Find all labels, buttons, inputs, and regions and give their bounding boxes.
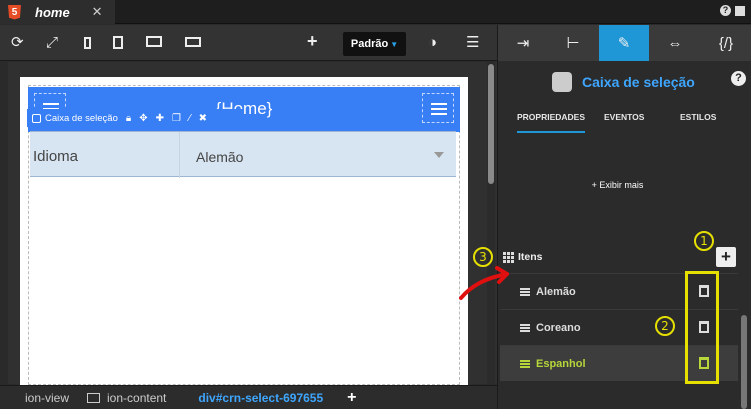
- monitor-icon: [87, 392, 101, 403]
- show-more-link[interactable]: + Exibir mais: [498, 180, 737, 190]
- code-icon[interactable]: {/}: [701, 25, 751, 61]
- desktop-device-icon[interactable]: [146, 36, 162, 47]
- close-icon[interactable]: ✕: [92, 4, 103, 20]
- divider: [179, 132, 180, 178]
- tree-icon[interactable]: ⊢: [548, 25, 598, 61]
- list-icon: [520, 323, 530, 332]
- property-tabs: PROPRIEDADES EVENTOS ESTILOS: [498, 111, 751, 135]
- expand-icon[interactable]: ⤢: [46, 35, 58, 51]
- add-icon[interactable]: +: [347, 389, 356, 407]
- move-icon[interactable]: ✥: [139, 113, 147, 124]
- tab-title: home: [35, 4, 70, 20]
- component-title: Caixa de seleção: [552, 72, 695, 92]
- breadcrumb-active[interactable]: div#crn-select-697655: [198, 391, 323, 405]
- select-item[interactable]: Idioma Alemão: [30, 131, 456, 178]
- html5-icon: 5: [8, 4, 21, 20]
- lock-icon[interactable]: 🔒︎: [126, 113, 131, 124]
- annotation-arrow: [459, 266, 509, 300]
- breadcrumb-ion-content[interactable]: ion-content: [87, 391, 166, 405]
- component-name: Caixa de seleção: [45, 112, 118, 124]
- panel-scrollbar-thumb[interactable]: [741, 315, 747, 409]
- resize-horizontal-icon[interactable]: ⇔: [650, 25, 700, 61]
- dom-breadcrumb: ion-view ion-content div#crn-select-6976…: [0, 385, 497, 409]
- magic-icon[interactable]: ⁄: [189, 113, 191, 124]
- canvas-scrollbar[interactable]: [487, 62, 495, 384]
- help-icon[interactable]: ?: [731, 71, 746, 86]
- preset-select[interactable]: Padrão ▼: [343, 32, 406, 56]
- maximize-icon[interactable]: [735, 6, 745, 16]
- menu-right-icon[interactable]: [422, 93, 454, 123]
- annotation-marker-2: 2: [655, 316, 675, 336]
- breadcrumb-content-label: ion-content: [107, 390, 167, 405]
- add-icon[interactable]: ✚: [156, 113, 164, 124]
- tablet-device-icon[interactable]: [113, 36, 123, 49]
- import-icon[interactable]: ⇥: [498, 25, 548, 61]
- list-icon: [520, 359, 530, 368]
- laptop-device-icon[interactable]: [185, 37, 201, 47]
- tab-eventos[interactable]: EVENTOS: [604, 111, 644, 133]
- breadcrumb-ion-view[interactable]: ion-view: [25, 391, 69, 405]
- database-icon[interactable]: ☰: [466, 35, 479, 51]
- phone-device-icon[interactable]: [84, 37, 91, 49]
- add-icon[interactable]: +: [307, 32, 318, 50]
- tab-propriedades[interactable]: PROPRIEDADES: [517, 111, 586, 133]
- hide-icon[interactable]: ◑: [428, 35, 437, 51]
- close-icon[interactable]: ✖: [199, 113, 207, 124]
- tab-home[interactable]: 5 home ✕: [0, 0, 115, 24]
- component-title-label: Caixa de seleção: [582, 74, 695, 90]
- list-item-label: Coreano: [536, 321, 581, 334]
- tab-estilos[interactable]: ESTILOS: [680, 111, 716, 133]
- select-component-icon: [32, 113, 41, 123]
- preset-label: Padrão: [350, 38, 389, 50]
- scrollbar-thumb[interactable]: [488, 64, 494, 184]
- annotation-marker-1: 1: [694, 231, 714, 251]
- list-item-label: Espanhol: [536, 357, 586, 370]
- help-icon[interactable]: ?: [720, 5, 731, 16]
- selected-component-toolbar: Caixa de seleção 🔒︎ ✥ ✚ ❐ ⁄ ✖: [27, 109, 243, 127]
- caret-down-icon: ▼: [390, 39, 399, 49]
- chevron-down-icon: [434, 152, 444, 158]
- select-value: Alemão: [196, 149, 244, 165]
- refresh-icon[interactable]: ⟳: [11, 35, 24, 51]
- annotation-trash-highlight: [685, 271, 719, 384]
- left-gutter: [0, 62, 8, 384]
- window-controls: ?: [720, 5, 745, 16]
- pencil-icon[interactable]: ✎: [599, 25, 649, 61]
- select-component-icon: [552, 72, 572, 92]
- grid-icon: [503, 251, 514, 263]
- canvas-toolbar: ⟳ ⤢ + Padrão ▼ ◑ ☰: [0, 25, 497, 61]
- add-item-button[interactable]: +: [716, 247, 736, 267]
- list-item-label: Alemão: [536, 285, 576, 298]
- select-label: Idioma: [33, 148, 79, 165]
- list-icon: [520, 287, 530, 296]
- panel-tabs: ⇥ ⊢ ✎ ⇔ {/}: [498, 25, 751, 61]
- copy-icon[interactable]: ❐: [172, 113, 181, 124]
- editor-tab-bar: 5 home ✕ ?: [0, 0, 751, 24]
- items-header-label: Itens: [518, 251, 543, 263]
